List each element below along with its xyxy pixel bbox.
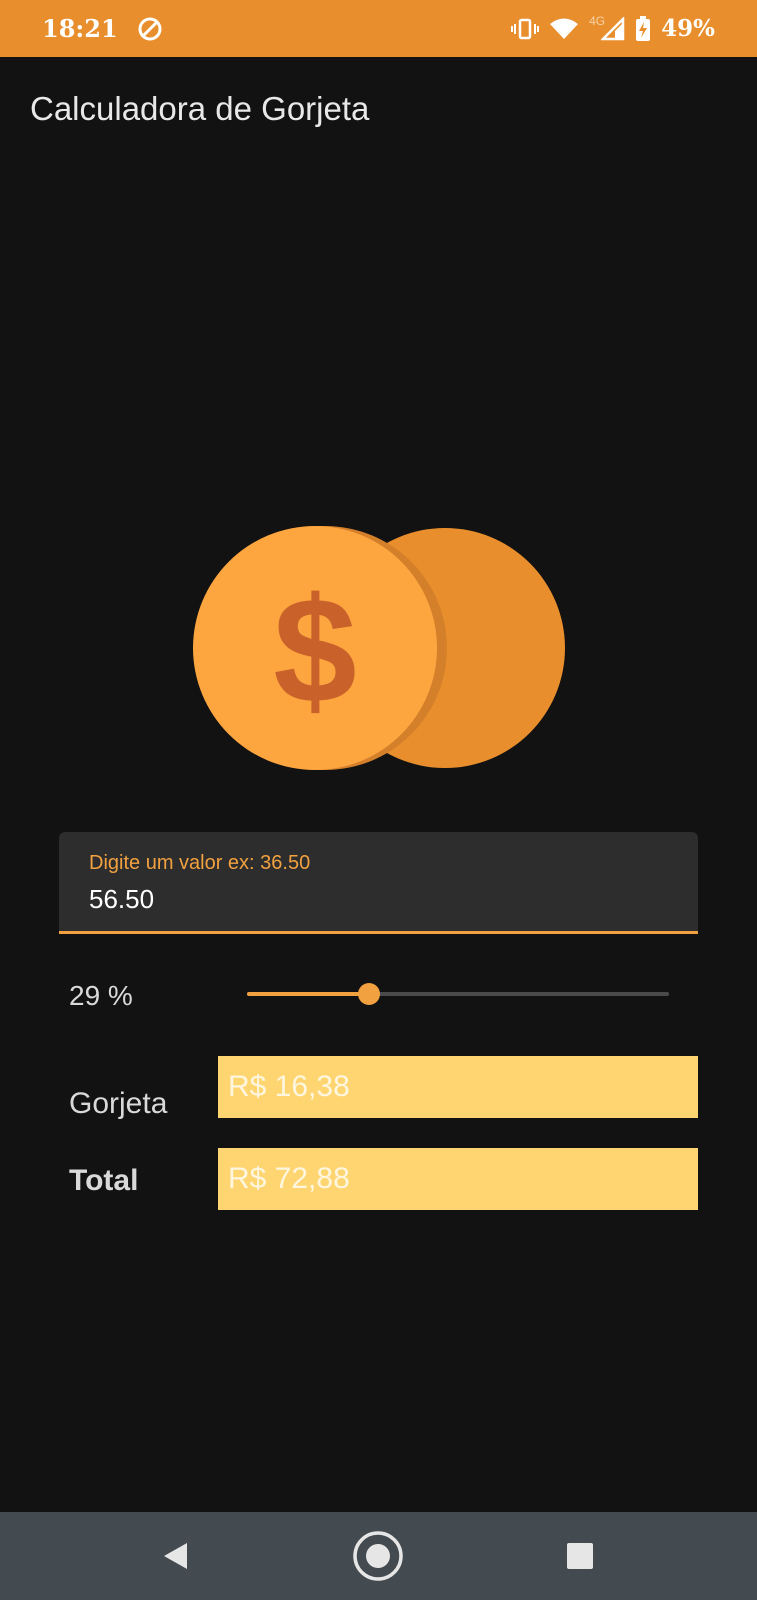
amount-field[interactable]: Digite um valor ex: 36.50 [59,832,698,934]
status-icons: 4G 49% [511,13,715,42]
slider-fill [247,992,369,996]
svg-text:$: $ [273,566,356,734]
sync-icon [138,17,162,40]
home-icon [353,1531,403,1581]
recents-button[interactable] [540,1512,620,1600]
tip-percent-label: 29 % [69,980,133,1011]
total-value-box: R$ 72,88 [218,1148,698,1210]
recents-icon [567,1543,593,1569]
battery-percent: 49% [661,15,715,42]
amount-input[interactable] [89,884,649,915]
status-bar: 18:21 4G 49% [0,0,757,57]
tip-label: Gorjeta [69,1087,168,1120]
total-value: R$ 72,88 [228,1162,350,1195]
coins-icon: $ [193,526,565,770]
page-title: Calculadora de Gorjeta [30,90,370,127]
tip-value: R$ 16,38 [228,1070,350,1103]
tip-percent-slider[interactable] [247,979,669,1009]
back-button[interactable] [135,1512,215,1600]
status-time: 18:21 [42,14,118,43]
vibrate-icon [511,18,540,39]
back-icon [164,1543,187,1569]
wifi-icon [550,18,579,39]
network-type-label: 4G [589,13,606,28]
tip-value-box: R$ 16,38 [218,1056,698,1118]
total-label: Total [69,1164,139,1197]
home-button[interactable] [338,1512,418,1600]
amount-field-label: Digite um valor ex: 36.50 [89,852,311,874]
navigation-bar [0,1512,757,1600]
battery-charging-icon [636,15,651,41]
slider-thumb[interactable] [358,983,380,1005]
